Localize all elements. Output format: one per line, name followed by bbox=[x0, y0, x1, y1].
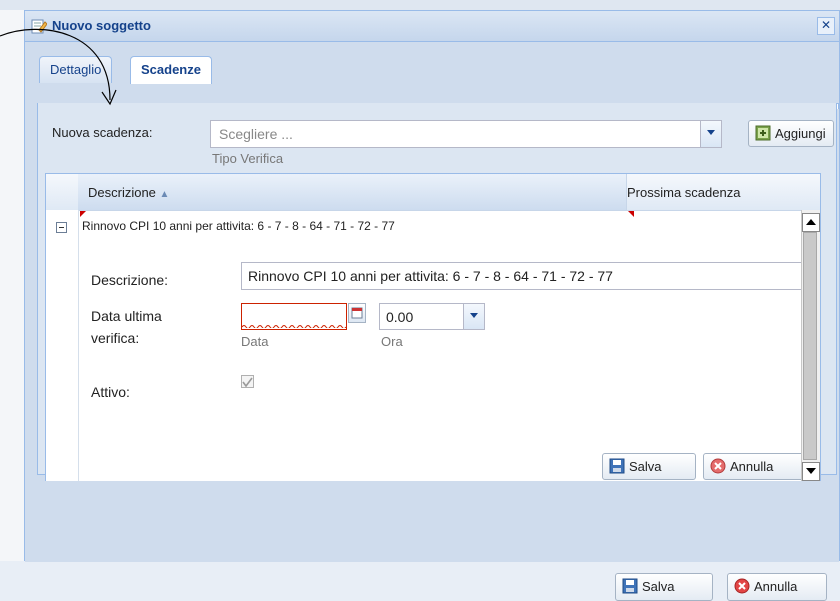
scroll-thumb[interactable] bbox=[803, 232, 817, 460]
cancel-icon bbox=[734, 578, 750, 594]
column-descrizione[interactable]: Descrizione ▲ bbox=[78, 174, 627, 210]
grid-row-gutter bbox=[46, 210, 79, 484]
attivo-label: Attivo: bbox=[91, 384, 130, 400]
grid-header: Descrizione ▲ Prossima scadenza bbox=[46, 174, 820, 211]
data-ultima-label-line1: Data ultima bbox=[91, 308, 162, 324]
row-cancel-button[interactable]: Annulla bbox=[703, 453, 807, 480]
descrizione-value: Rinnovo CPI 10 anni per attivita: 6 - 7 … bbox=[248, 268, 613, 284]
save-icon bbox=[609, 458, 625, 474]
deadline-type-hint: Tipo Verifica bbox=[212, 151, 284, 166]
checkmark-icon bbox=[242, 377, 253, 388]
add-button-label: Aggiungi bbox=[775, 126, 826, 141]
save-button[interactable]: Salva bbox=[615, 573, 713, 601]
attivo-checkbox[interactable] bbox=[241, 375, 254, 388]
row-editor: Descrizione: Rinnovo CPI 10 anni per att… bbox=[79, 248, 807, 484]
deadlines-grid: Descrizione ▲ Prossima scadenza Rinnovo … bbox=[45, 173, 821, 485]
date-hint: Data bbox=[241, 334, 269, 349]
deadline-type-combo[interactable]: Scegliere ... bbox=[210, 120, 722, 148]
dialog-footer: Salva Annulla bbox=[25, 481, 839, 601]
dirty-marker-icon bbox=[628, 211, 634, 217]
ora-hint: Ora bbox=[381, 334, 403, 349]
deadline-type-placeholder: Scegliere ... bbox=[219, 126, 293, 142]
row-save-button[interactable]: Salva bbox=[602, 453, 696, 480]
column-descrizione-text: Descrizione bbox=[88, 185, 156, 200]
cancel-button-label: Annulla bbox=[754, 579, 798, 594]
add-item-icon bbox=[755, 125, 771, 141]
dialog-window: Nuovo soggetto ✕ Dettaglio Scadenze Nuov… bbox=[24, 10, 840, 601]
chevron-down-icon[interactable] bbox=[700, 121, 721, 147]
ora-value: 0.00 bbox=[386, 309, 414, 325]
dialog-titlebar[interactable]: Nuovo soggetto ✕ bbox=[25, 11, 839, 42]
tab-bar: Dettaglio Scadenze bbox=[25, 41, 839, 109]
scroll-down-icon[interactable] bbox=[802, 462, 820, 481]
chevron-down-icon[interactable] bbox=[463, 304, 484, 329]
date-field[interactable] bbox=[241, 303, 347, 330]
invalid-underline-icon bbox=[242, 325, 346, 328]
save-icon bbox=[622, 578, 638, 594]
edit-document-icon bbox=[31, 19, 47, 34]
calendar-icon[interactable] bbox=[348, 303, 366, 323]
add-button[interactable]: Aggiungi bbox=[748, 120, 834, 147]
cancel-icon bbox=[710, 458, 726, 474]
grid-scrollbar[interactable] bbox=[801, 210, 820, 484]
grid-header-gutter bbox=[46, 174, 79, 210]
row-save-label: Salva bbox=[629, 459, 662, 474]
new-deadline-label: Nuova scadenza: bbox=[52, 125, 153, 140]
descrizione-field[interactable]: Rinnovo CPI 10 anni per attivita: 6 - 7 … bbox=[241, 262, 805, 290]
row-cancel-label: Annulla bbox=[730, 459, 774, 474]
sort-asc-icon: ▲ bbox=[159, 189, 170, 200]
save-button-label: Salva bbox=[642, 579, 675, 594]
descrizione-label: Descrizione: bbox=[91, 272, 169, 288]
cancel-button[interactable]: Annulla bbox=[727, 573, 827, 601]
scroll-up-icon[interactable] bbox=[802, 213, 820, 232]
dialog-title: Nuovo soggetto bbox=[52, 18, 151, 33]
close-icon[interactable]: ✕ bbox=[817, 17, 835, 35]
background-left-panel bbox=[0, 10, 25, 561]
column-descrizione-label: Descrizione ▲ bbox=[88, 185, 169, 200]
collapse-icon[interactable] bbox=[56, 222, 67, 233]
dirty-marker-icon bbox=[80, 211, 86, 217]
tab-dettaglio[interactable]: Dettaglio bbox=[39, 56, 113, 83]
tab-scadenze[interactable]: Scadenze bbox=[130, 56, 212, 84]
column-prossima-scadenza[interactable]: Prossima scadenza bbox=[627, 185, 740, 200]
data-ultima-label-line2: verifica: bbox=[91, 330, 140, 346]
ora-select[interactable]: 0.00 bbox=[379, 303, 485, 330]
table-row[interactable]: Rinnovo CPI 10 anni per attivita: 6 - 7 … bbox=[82, 219, 395, 233]
grid-body: Rinnovo CPI 10 anni per attivita: 6 - 7 … bbox=[46, 210, 820, 484]
